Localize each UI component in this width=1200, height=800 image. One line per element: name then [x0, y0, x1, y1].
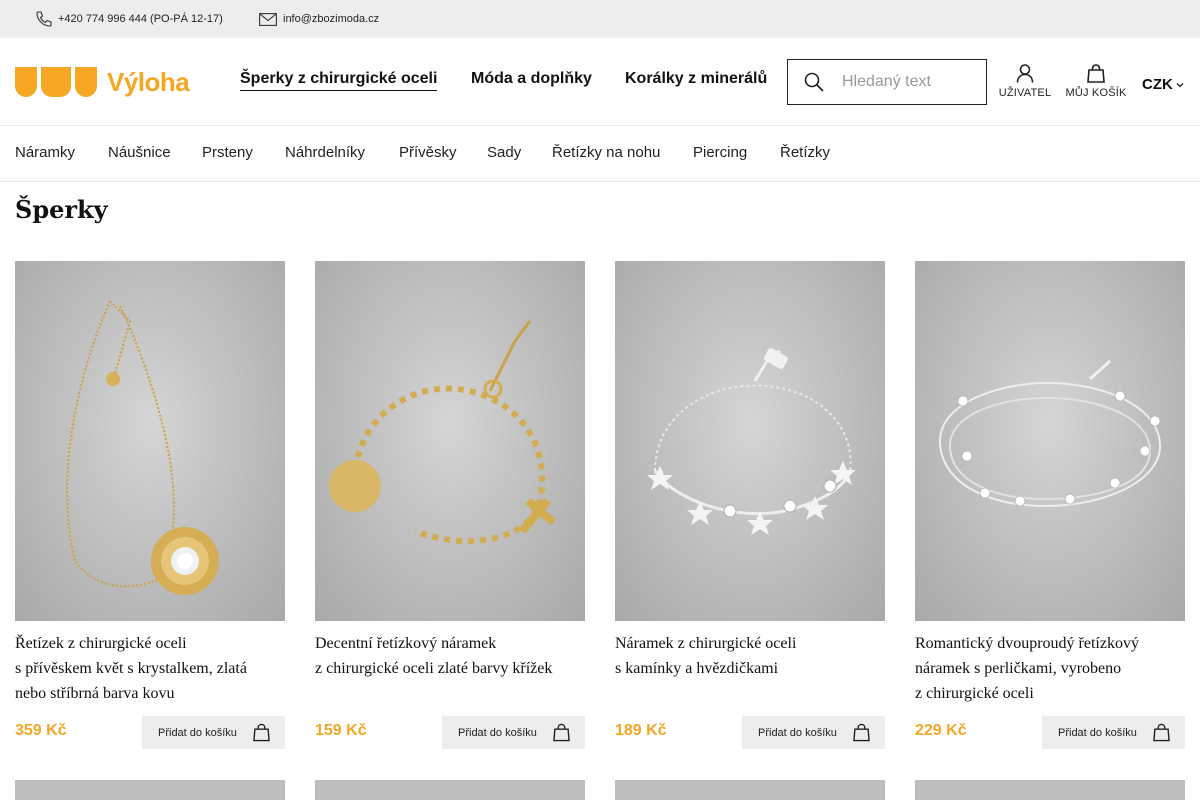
product-card: Romantický dvouproudý řetízkový náramek …	[915, 261, 1185, 749]
cart-label: MŮJ KOŠÍK	[1065, 87, 1127, 99]
category-link-sady[interactable]: Sady	[487, 144, 521, 161]
product-price: 229 Kč	[915, 722, 967, 739]
category-link-piercing[interactable]: Piercing	[693, 144, 747, 161]
email-contact[interactable]: info@zbozimoda.cz	[259, 0, 379, 38]
page-title: Šperky	[15, 195, 108, 224]
category-nav: Náramky Náušnice Prsteny Náhrdelníky Pří…	[0, 125, 1200, 182]
product-image-partial[interactable]	[915, 780, 1185, 800]
add-to-cart-label: Přidat do košíku	[758, 726, 837, 739]
bracelet-image-icon	[647, 348, 856, 535]
category-link-retizky-na-nohu[interactable]: Řetízky na nohu	[552, 144, 660, 161]
add-to-cart-label: Přidat do košíku	[458, 726, 537, 739]
cart-button[interactable]: MŮJ KOŠÍK	[1064, 64, 1128, 99]
product-image[interactable]	[615, 261, 885, 621]
product-card: Řetízek z chirurgické oceli s přívěskem …	[15, 261, 285, 749]
currency-selector[interactable]: CZK	[1142, 76, 1184, 93]
top-contact-bar: +420 774 996 444 (PO-PÁ 12-17) info@zboz…	[0, 0, 1200, 38]
shopping-bag-icon	[1153, 723, 1170, 742]
product-image[interactable]	[915, 261, 1185, 621]
shopping-bag-icon	[553, 723, 570, 742]
main-nav-fashion[interactable]: Móda a doplňky	[471, 70, 592, 88]
product-name[interactable]: Náramek z chirurgické oceli s kamínky a …	[615, 631, 885, 706]
main-nav-beads[interactable]: Korálky z minerálů	[625, 70, 767, 88]
currency-value: CZK	[1142, 76, 1173, 93]
product-image[interactable]	[315, 261, 585, 621]
search-box	[787, 59, 987, 105]
category-link-privesky[interactable]: Přívěsky	[399, 144, 457, 161]
shopping-bag-icon	[853, 723, 870, 742]
add-to-cart-button[interactable]: Přidat do košíku	[742, 716, 885, 749]
add-to-cart-button[interactable]: Přidat do košíku	[1042, 716, 1185, 749]
add-to-cart-button[interactable]: Přidat do košíku	[142, 716, 285, 749]
site-header: Výloha Šperky z chirurgické oceli Móda a…	[0, 38, 1200, 125]
necklace-image-icon	[66, 300, 219, 595]
product-image-partial[interactable]	[615, 780, 885, 800]
category-link-retizky[interactable]: Řetízky	[780, 144, 830, 161]
logo-text: Výloha	[107, 66, 190, 97]
shopping-bag-icon	[1087, 64, 1105, 83]
product-image-partial[interactable]	[15, 780, 285, 800]
product-price: 159 Kč	[315, 722, 367, 739]
product-price: 359 Kč	[15, 722, 67, 739]
search-icon[interactable]	[804, 72, 824, 92]
bracelet-image-icon	[938, 359, 1162, 508]
product-card: Náramek z chirurgické oceli s kamínky a …	[615, 261, 885, 749]
add-to-cart-label: Přidat do košíku	[158, 726, 237, 739]
category-link-prsteny[interactable]: Prsteny	[202, 144, 253, 161]
product-image[interactable]	[15, 261, 285, 621]
phone-contact[interactable]: +420 774 996 444 (PO-PÁ 12-17)	[35, 0, 223, 38]
email-address: info@zbozimoda.cz	[283, 13, 380, 25]
shopping-bag-icon	[253, 723, 270, 742]
category-link-nausnice[interactable]: Náušnice	[108, 144, 171, 161]
user-account-button[interactable]: UŽIVATEL	[999, 64, 1051, 99]
product-name[interactable]: Romantický dvouproudý řetízkový náramek …	[915, 631, 1185, 706]
bracelet-image-icon	[329, 320, 556, 544]
product-name[interactable]: Řetízek z chirurgické oceli s přívěskem …	[15, 631, 285, 706]
phone-icon	[36, 11, 52, 27]
product-name[interactable]: Decentní řetízkový náramek z chirurgické…	[315, 631, 585, 706]
phone-number: +420 774 996 444 (PO-PÁ 12-17)	[58, 13, 223, 25]
search-input[interactable]	[842, 73, 972, 91]
product-price: 189 Kč	[615, 722, 667, 739]
product-card: Decentní řetízkový náramek z chirurgické…	[315, 261, 585, 749]
logo[interactable]: Výloha	[15, 66, 190, 98]
add-to-cart-button[interactable]: Přidat do košíku	[442, 716, 585, 749]
category-link-nahrdelniky[interactable]: Náhrdelníky	[285, 144, 365, 161]
main-nav-jewelry[interactable]: Šperky z chirurgické oceli	[240, 70, 438, 91]
mail-icon	[259, 12, 277, 26]
user-label: UŽIVATEL	[998, 87, 1052, 99]
user-icon	[1016, 64, 1034, 83]
category-link-naramky[interactable]: Náramky	[15, 144, 75, 161]
chevron-down-icon	[1176, 82, 1184, 87]
logo-mark-icon	[15, 67, 97, 97]
add-to-cart-label: Přidat do košíku	[1058, 726, 1137, 739]
product-image-partial[interactable]	[315, 780, 585, 800]
